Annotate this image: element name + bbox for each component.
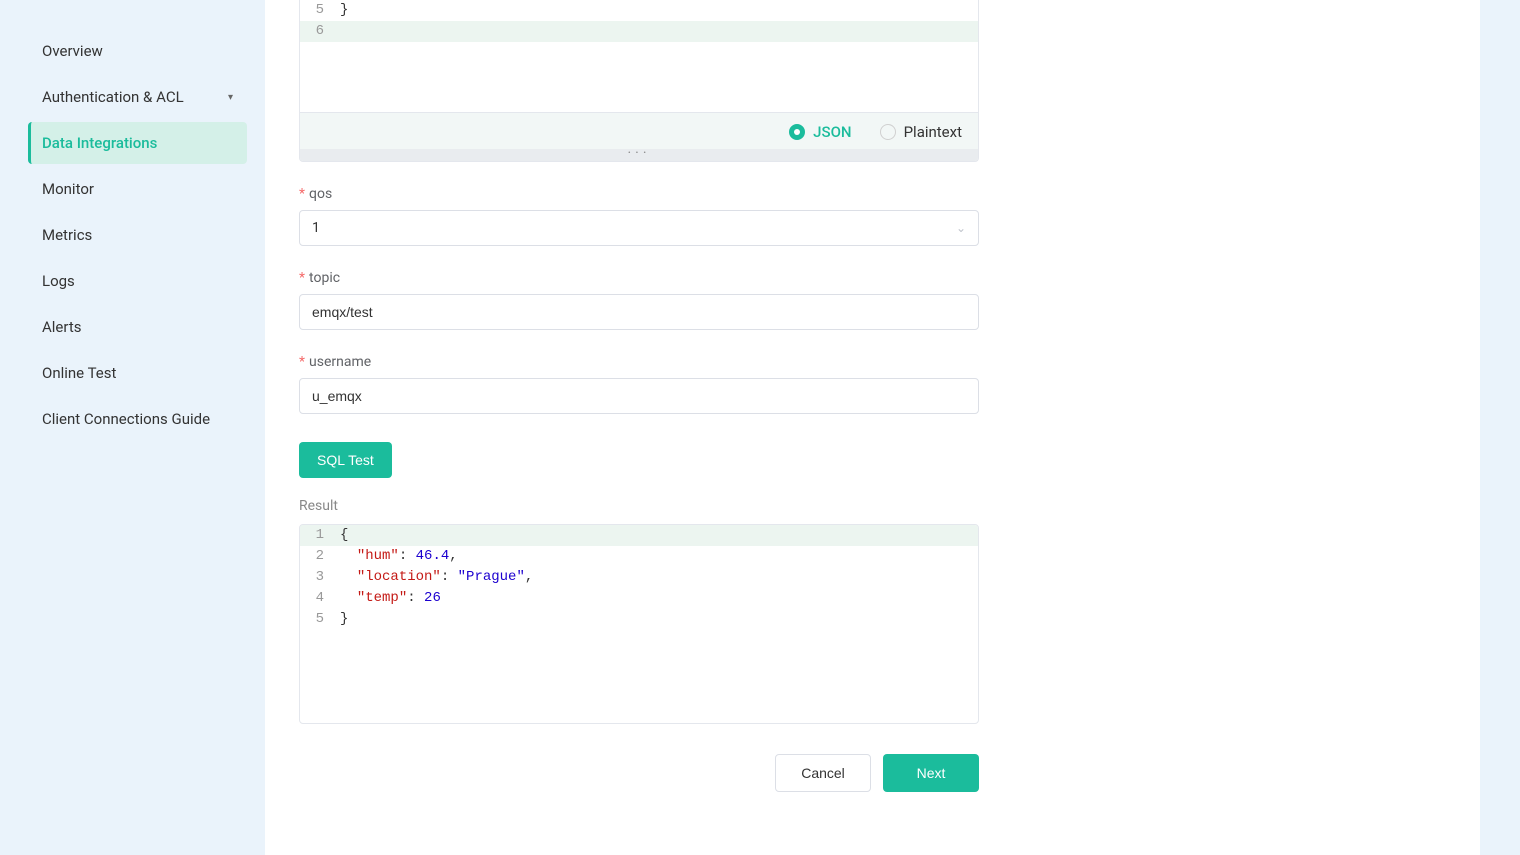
format-json-radio[interactable]: JSON <box>789 123 851 141</box>
line-content: } <box>334 0 978 21</box>
radio-dot-icon <box>789 124 805 140</box>
username-input[interactable] <box>299 378 979 414</box>
sidebar-item-online-test[interactable]: Online Test <box>28 352 247 394</box>
code-line: 2 "hum": 46.4, <box>300 546 978 567</box>
line-content: } <box>334 609 978 630</box>
field-topic: *topic <box>299 270 979 330</box>
chevron-down-icon: ▾ <box>228 92 233 103</box>
radio-dot-icon <box>880 124 896 140</box>
line-content: "temp": 26 <box>334 588 978 609</box>
line-content <box>334 21 978 42</box>
sidebar-item-label: Monitor <box>42 180 94 198</box>
sidebar-item-monitor[interactable]: Monitor <box>28 168 247 210</box>
line-content: "location": "Prague", <box>334 567 978 588</box>
sidebar: Overview Authentication & ACL ▾ Data Integr… <box>0 0 265 855</box>
resize-handle[interactable]: ··· <box>300 149 978 161</box>
qos-value: 1 <box>312 220 320 236</box>
username-label: *username <box>299 354 979 370</box>
line-number: 2 <box>300 546 334 567</box>
line-number: 3 <box>300 567 334 588</box>
format-plaintext-radio[interactable]: Plaintext <box>880 123 962 141</box>
result-label: Result <box>299 498 979 514</box>
sidebar-item-label: Metrics <box>42 226 92 244</box>
next-button[interactable]: Next <box>883 754 979 792</box>
format-json-label: JSON <box>813 123 851 141</box>
topic-label: *topic <box>299 270 979 286</box>
field-qos: *qos 1 ⌄ <box>299 186 979 246</box>
sidebar-item-label: Alerts <box>42 318 82 336</box>
sidebar-item-label: Logs <box>42 272 75 290</box>
sidebar-item-overview[interactable]: Overview <box>28 30 247 72</box>
line-number: 1 <box>300 525 334 546</box>
line-number: 4 <box>300 588 334 609</box>
line-content: { <box>334 525 978 546</box>
sidebar-item-client-connections-guide[interactable]: Client Connections Guide <box>28 398 247 440</box>
sidebar-item-data-integrations[interactable]: Data Integrations <box>28 122 247 164</box>
topic-input[interactable] <box>299 294 979 330</box>
line-number: 5 <box>300 609 334 630</box>
sidebar-item-label: Data Integrations <box>42 134 157 152</box>
code-line: 5} <box>300 609 978 630</box>
field-username: *username <box>299 354 979 414</box>
sidebar-item-alerts[interactable]: Alerts <box>28 306 247 348</box>
format-bar: JSON Plaintext <box>300 112 978 149</box>
line-content: "hum": 46.4, <box>334 546 978 567</box>
format-plaintext-label: Plaintext <box>904 123 962 141</box>
code-line: 3 "location": "Prague", <box>300 567 978 588</box>
sidebar-item-auth-acl[interactable]: Authentication & ACL ▾ <box>28 76 247 118</box>
line-number: 5 <box>300 0 334 21</box>
line-number: 6 <box>300 21 334 42</box>
qos-label: *qos <box>299 186 979 202</box>
code-line: 6 <box>300 21 978 42</box>
sidebar-item-label: Authentication & ACL <box>42 88 184 106</box>
code-line: 1{ <box>300 525 978 546</box>
sidebar-item-metrics[interactable]: Metrics <box>28 214 247 256</box>
payload-code-editor[interactable]: 5}6 JSON Plaintext ··· <box>299 0 979 162</box>
main-content: 5}6 JSON Plaintext ··· *qos 1 ⌄ <box>265 0 1480 855</box>
sidebar-item-label: Overview <box>42 42 103 60</box>
code-line: 5} <box>300 0 978 21</box>
footer-buttons: Cancel Next <box>299 754 979 792</box>
sidebar-item-label: Online Test <box>42 364 116 382</box>
qos-select[interactable]: 1 ⌄ <box>299 210 979 246</box>
result-code-viewer[interactable]: 1{2 "hum": 46.4,3 "location": "Prague",4… <box>299 524 979 724</box>
cancel-button[interactable]: Cancel <box>775 754 871 792</box>
chevron-down-icon: ⌄ <box>956 221 966 235</box>
sidebar-item-logs[interactable]: Logs <box>28 260 247 302</box>
sql-test-button[interactable]: SQL Test <box>299 442 392 478</box>
sidebar-item-label: Client Connections Guide <box>42 410 210 428</box>
code-line: 4 "temp": 26 <box>300 588 978 609</box>
